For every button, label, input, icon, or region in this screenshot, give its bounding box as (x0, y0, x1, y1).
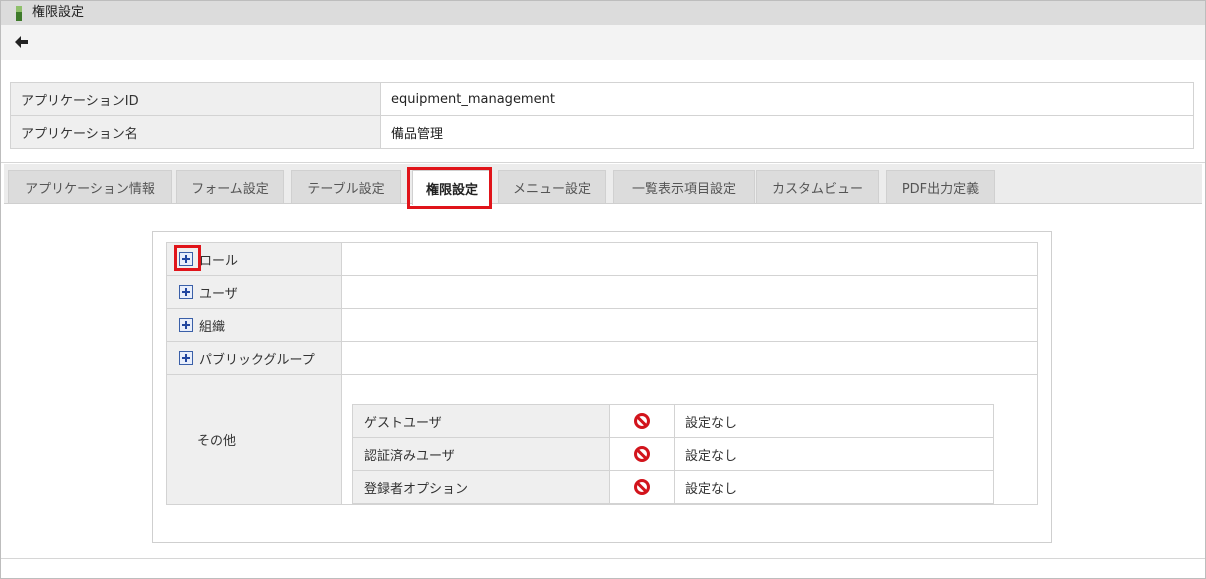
expand-icon-highlight (174, 245, 201, 271)
guest-user-status: 設定なし (674, 404, 994, 438)
app-name-value: 備品管理 (380, 115, 1194, 149)
guest-user-row: ゲストユーザ 設定なし (352, 404, 994, 438)
page-title: 権限設定 (32, 5, 85, 20)
user-cell: ユーザ (166, 275, 342, 309)
tab-pdf-output[interactable]: PDF出力定義 (886, 170, 995, 203)
tab-custom-view[interactable]: カスタムビュー (756, 170, 879, 203)
perm-row-organization: 組織 (166, 308, 1038, 342)
app-id-label: アプリケーションID (10, 82, 381, 116)
tab-app-info[interactable]: アプリケーション情報 (8, 170, 172, 203)
guest-user-label: ゲストユーザ (352, 404, 610, 438)
expand-plus-icon[interactable] (179, 351, 193, 365)
app-id-value: equipment_management (380, 82, 1194, 116)
authenticated-user-icon-cell (609, 437, 675, 471)
authenticated-user-label: 認証済みユーザ (352, 437, 610, 471)
role-value (341, 242, 1038, 276)
app-id-row: アプリケーションID equipment_management (10, 82, 1194, 116)
active-tab-highlight (407, 167, 492, 209)
public-group-label: パブリックグループ (199, 352, 315, 368)
tab-table-settings[interactable]: テーブル設定 (291, 170, 401, 203)
back-arrow-icon[interactable] (13, 33, 31, 51)
user-value (341, 275, 1038, 309)
tab-menu-settings[interactable]: メニュー設定 (498, 170, 606, 203)
public-group-cell: パブリックグループ (166, 341, 342, 375)
registrant-option-row: 登録者オプション 設定なし (352, 470, 994, 504)
tab-form-settings[interactable]: フォーム設定 (176, 170, 284, 203)
other-label: その他 (166, 374, 342, 505)
toolbar (1, 25, 1205, 60)
title-bar: 権限設定 (1, 1, 1205, 25)
registrant-option-icon-cell (609, 470, 675, 504)
guest-user-icon-cell (609, 404, 675, 438)
title-marker-icon (16, 6, 22, 21)
perm-row-role: ロール (166, 242, 1038, 276)
deny-icon (634, 446, 650, 462)
app-info-table: アプリケーションID equipment_management アプリケーション… (10, 82, 1194, 149)
perm-row-public-group: パブリックグループ (166, 341, 1038, 375)
divider (1, 162, 1205, 163)
perm-row-user: ユーザ (166, 275, 1038, 309)
tab-bar: アプリケーション情報 フォーム設定 テーブル設定 権限設定 メニュー設定 一覧表… (4, 164, 1202, 205)
organization-value (341, 308, 1038, 342)
app-name-label: アプリケーション名 (10, 115, 381, 149)
permissions-table: ロール ユーザ 組織 パブリックグループ その他 ゲストユーザ 設定なし 認証済… (166, 242, 1038, 505)
footer-divider (1, 558, 1205, 559)
other-permissions-table: ゲストユーザ 設定なし 認証済みユーザ 設定なし 登録者オプション 設定なし (352, 404, 994, 504)
perm-row-other: その他 ゲストユーザ 設定なし 認証済みユーザ 設定なし 登録者オプション 設定… (166, 374, 1038, 505)
role-label: ロール (199, 253, 239, 269)
expand-plus-icon[interactable] (179, 285, 193, 299)
other-value: ゲストユーザ 設定なし 認証済みユーザ 設定なし 登録者オプション 設定なし (341, 374, 1038, 505)
registrant-option-status: 設定なし (674, 470, 994, 504)
registrant-option-label: 登録者オプション (352, 470, 610, 504)
expand-plus-icon[interactable] (179, 318, 193, 332)
authenticated-user-status: 設定なし (674, 437, 994, 471)
deny-icon (634, 413, 650, 429)
public-group-value (341, 341, 1038, 375)
app-name-row: アプリケーション名 備品管理 (10, 115, 1194, 149)
deny-icon (634, 479, 650, 495)
organization-label: 組織 (199, 319, 226, 335)
authenticated-user-row: 認証済みユーザ 設定なし (352, 437, 994, 471)
organization-cell: 組織 (166, 308, 342, 342)
tab-list-display-settings[interactable]: 一覧表示項目設定 (613, 170, 755, 203)
user-label: ユーザ (199, 286, 238, 302)
